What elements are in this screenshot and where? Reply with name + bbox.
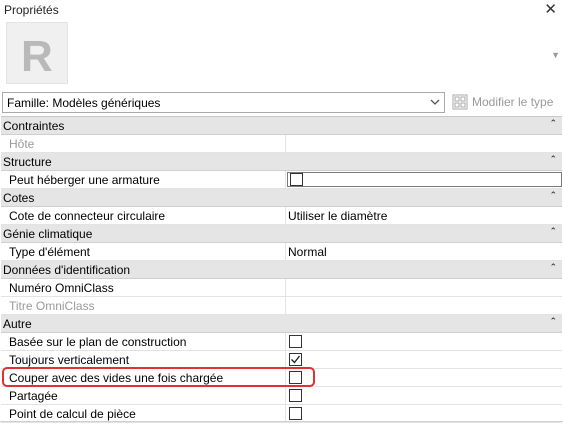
couper-vides-checkbox[interactable] [289, 371, 302, 384]
group-header-structure[interactable]: Structure ⌃ [1, 153, 562, 171]
chevron-down-icon [430, 99, 440, 105]
property-row-titre-omniclass: Titre OmniClass [1, 297, 562, 315]
property-value-cell[interactable]: Normal [285, 243, 562, 260]
property-row-couper-vides: Couper avec des vides une fois chargée [1, 369, 562, 387]
edit-type-icon [452, 94, 468, 110]
property-value-cell [285, 171, 562, 188]
family-select[interactable]: Famille: Modèles génériques [2, 92, 445, 113]
property-row-toujours-verticalement: Toujours verticalement [1, 351, 562, 369]
family-type-logo-icon: R [6, 22, 68, 84]
checkmark-icon [291, 355, 301, 364]
property-row-armature: Peut héberger une armature [1, 171, 562, 189]
collapse-icon[interactable]: ⌃ [549, 226, 557, 237]
property-name: Basée sur le plan de construction [9, 335, 187, 349]
type-selector-panel[interactable]: R ▼ [0, 20, 563, 90]
property-row-plan-construction: Basée sur le plan de construction [1, 333, 562, 351]
property-name: Numéro OmniClass [9, 281, 114, 295]
property-value-cell [285, 369, 562, 386]
checkbox-editor-frame [287, 172, 562, 187]
collapse-icon[interactable]: ⌃ [549, 190, 557, 201]
property-value-cell [285, 297, 562, 314]
property-value: Utiliser le diamètre [288, 209, 388, 223]
partagee-checkbox[interactable] [289, 389, 302, 402]
group-header-contraintes[interactable]: Contraintes ⌃ [1, 117, 562, 135]
group-title: Génie climatique [3, 227, 93, 241]
property-name: Couper avec des vides une fois chargée [9, 371, 224, 385]
type-selector-dropdown-icon[interactable]: ▼ [551, 50, 560, 60]
property-value-cell [285, 405, 562, 422]
edit-type-label: Modifier le type [472, 95, 554, 109]
properties-grid: Contraintes ⌃ Hôte Structure ⌃ Peut hébe… [1, 116, 562, 423]
property-row-hote: Hôte [1, 135, 562, 153]
property-name: Peut héberger une armature [9, 173, 160, 187]
group-title: Contraintes [3, 119, 65, 133]
armature-checkbox[interactable] [290, 173, 303, 186]
collapse-icon[interactable]: ⌃ [549, 154, 557, 165]
property-value-cell[interactable] [285, 279, 562, 296]
property-name: Toujours verticalement [9, 353, 130, 367]
family-select-value: Famille: Modèles génériques [7, 96, 161, 110]
property-value-cell [285, 333, 562, 350]
collapse-icon[interactable]: ⌃ [549, 316, 557, 327]
close-icon[interactable]: ✕ [544, 0, 557, 18]
group-header-genie-climatique[interactable]: Génie climatique ⌃ [1, 225, 562, 243]
property-value: Normal [288, 245, 327, 259]
property-name: Point de calcul de pièce [9, 407, 136, 421]
group-header-autre[interactable]: Autre ⌃ [1, 315, 562, 333]
group-title: Structure [3, 155, 52, 169]
window-title: Propriétés [4, 3, 59, 17]
group-title: Cotes [3, 191, 35, 205]
property-name: Cote de connecteur circulaire [9, 209, 166, 223]
toujours-verticalement-checkbox[interactable] [289, 353, 302, 366]
group-header-cotes[interactable]: Cotes ⌃ [1, 189, 562, 207]
property-value-cell [285, 351, 562, 368]
group-title: Autre [3, 317, 32, 331]
property-name: Type d'élément [9, 245, 91, 259]
property-name: Partagée [9, 389, 58, 403]
property-value-cell [285, 135, 562, 152]
property-row-type-element: Type d'élément Normal [1, 243, 562, 261]
collapse-icon[interactable]: ⌃ [549, 262, 557, 273]
point-calcul-checkbox[interactable] [289, 407, 302, 420]
group-title: Données d'identification [3, 263, 131, 277]
family-row: Famille: Modèles génériques Modifier le … [0, 92, 563, 114]
property-row-cote-connecteur: Cote de connecteur circulaire Utiliser l… [1, 207, 562, 225]
properties-titlebar: Propriétés ✕ [0, 0, 563, 20]
collapse-icon[interactable]: ⌃ [549, 118, 557, 129]
group-header-donnees-identification[interactable]: Données d'identification ⌃ [1, 261, 562, 279]
edit-type-button[interactable]: Modifier le type [452, 93, 560, 112]
bottom-divider [0, 421, 563, 422]
property-value-cell [285, 387, 562, 404]
property-name: Titre OmniClass [9, 299, 95, 313]
plan-construction-checkbox[interactable] [289, 335, 302, 348]
property-name: Hôte [9, 137, 35, 151]
property-row-partagee: Partagée [1, 387, 562, 405]
property-value-cell[interactable]: Utiliser le diamètre [285, 207, 562, 224]
logo-letter: R [21, 32, 53, 81]
property-row-numero-omniclass: Numéro OmniClass [1, 279, 562, 297]
